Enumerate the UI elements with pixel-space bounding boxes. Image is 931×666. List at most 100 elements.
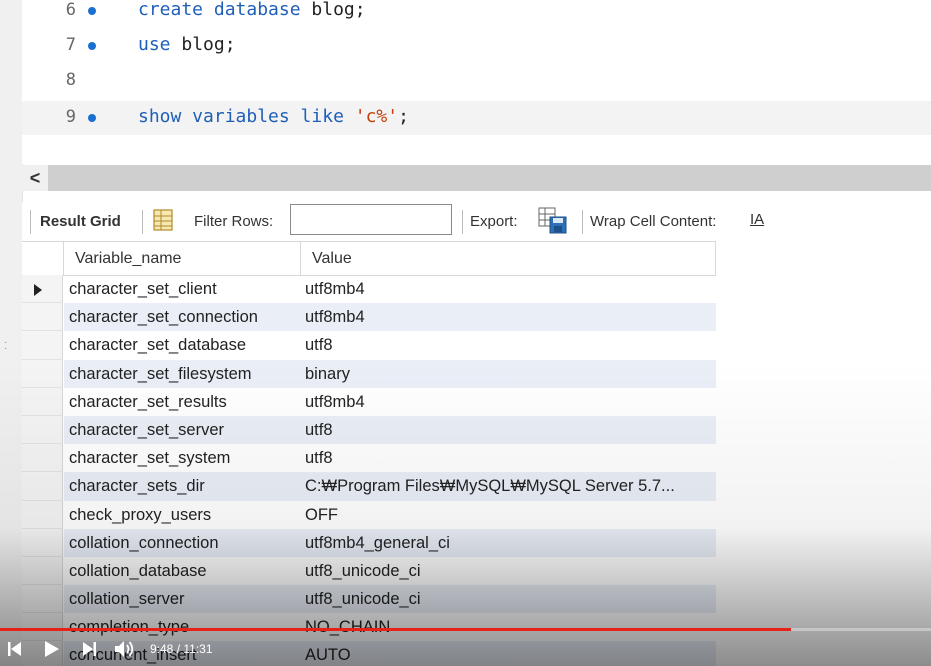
volume-icon[interactable]	[114, 639, 136, 659]
cell-variable-name[interactable]: collation_database	[64, 557, 300, 585]
play-icon[interactable]	[44, 640, 60, 658]
filter-rows-label: Filter Rows:	[194, 213, 274, 230]
code-line[interactable]: 6 create database blog;	[22, 0, 931, 28]
table-row[interactable]: character_set_system utf8	[22, 444, 716, 473]
export-icon[interactable]	[538, 206, 568, 234]
statement-marker-icon	[88, 7, 96, 15]
cell-variable-name[interactable]: character_set_server	[64, 415, 300, 445]
result-grid[interactable]: Variable_name Value character_set_client…	[22, 241, 716, 666]
cell-value[interactable]: utf8	[300, 331, 716, 359]
table-row[interactable]: collation_server utf8_unicode_ci	[22, 585, 716, 614]
code-line[interactable]: 8	[22, 64, 931, 98]
result-grid-tab[interactable]: Result Grid	[40, 213, 121, 230]
cell-variable-name[interactable]: character_set_connection	[64, 303, 300, 332]
line-number: 7	[65, 35, 76, 55]
wrap-cell-label: Wrap Cell Content:	[590, 213, 717, 230]
cell-variable-name[interactable]: collation_server	[64, 585, 300, 614]
code-token: 'c%'	[354, 106, 399, 127]
next-icon[interactable]	[82, 641, 96, 657]
row-header[interactable]	[22, 556, 63, 586]
code-token: blog;	[311, 0, 366, 20]
row-header[interactable]	[22, 528, 63, 557]
cell-value[interactable]: utf8mb4_general_ci	[300, 528, 716, 557]
row-header[interactable]	[22, 331, 63, 360]
video-progress-bar[interactable]	[0, 628, 931, 631]
splitter-grip[interactable]: · ·	[4, 338, 7, 354]
cell-variable-name[interactable]: character_set_system	[64, 444, 300, 472]
export-label: Export:	[470, 213, 518, 230]
line-number: 6	[65, 0, 76, 20]
table-row[interactable]: character_set_connection utf8mb4	[22, 303, 716, 332]
header-separator	[63, 242, 64, 275]
table-row[interactable]: character_sets_dir C:₩Program Files₩MySQL…	[22, 472, 716, 501]
table-row[interactable]: collation_database utf8_unicode_ci	[22, 556, 716, 586]
video-progress-fill	[0, 628, 792, 631]
row-header[interactable]	[22, 359, 63, 388]
cell-value[interactable]: utf8mb4	[300, 388, 716, 416]
table-row[interactable]: character_set_client utf8mb4	[22, 275, 716, 304]
cell-variable-name[interactable]: character_set_results	[64, 388, 300, 416]
statement-marker-icon	[88, 42, 96, 50]
horizontal-scrollbar[interactable]: <	[22, 165, 931, 191]
code-token: ;	[398, 106, 409, 127]
line-number: 8	[65, 70, 76, 90]
previous-icon[interactable]	[8, 641, 22, 657]
scroll-left-arrow-icon[interactable]: <	[22, 165, 48, 191]
filter-rows-input[interactable]	[290, 204, 452, 235]
sql-editor[interactable]: 6 create database blog; 7 use blog; 8 9 show v…	[22, 0, 931, 164]
code-text: show variables like 'c%';	[138, 106, 409, 127]
row-header[interactable]	[22, 472, 63, 501]
cell-variable-name[interactable]: character_set_database	[64, 331, 300, 359]
table-row[interactable]: character_set_results utf8mb4	[22, 387, 716, 416]
row-header[interactable]	[22, 415, 63, 445]
column-header-variable-name[interactable]: Variable_name	[75, 250, 181, 268]
row-header[interactable]	[22, 585, 63, 614]
cell-value[interactable]: utf8_unicode_ci	[300, 557, 716, 585]
wrap-cell-icon[interactable]: IA	[750, 211, 764, 228]
table-row[interactable]: collation_connection utf8mb4_general_ci	[22, 528, 716, 557]
code-token: show variables like	[138, 106, 355, 127]
cell-value[interactable]: utf8	[300, 415, 716, 445]
result-toolbar: Result Grid Filter Rows: Export: Wrap Ce…	[22, 202, 931, 242]
cell-variable-name[interactable]: character_set_filesystem	[64, 359, 300, 388]
cell-value[interactable]: utf8mb4	[300, 275, 716, 303]
row-header[interactable]	[22, 444, 63, 473]
code-token: blog;	[181, 34, 236, 55]
cell-value[interactable]: utf8	[300, 444, 716, 472]
grid-rows: character_set_client utf8mb4 character_set…	[22, 275, 716, 666]
toolbar-separator	[462, 210, 463, 234]
cell-variable-name[interactable]: check_proxy_users	[64, 501, 300, 529]
grid-view-icon[interactable]	[152, 208, 174, 232]
code-token: create database	[138, 0, 312, 20]
row-header[interactable]	[22, 303, 63, 332]
cell-variable-name[interactable]: character_set_client	[64, 275, 300, 303]
header-separator	[715, 242, 716, 275]
code-text: use blog;	[138, 34, 236, 55]
grid-header: Variable_name Value	[22, 241, 716, 276]
current-row-arrow-icon	[34, 284, 42, 296]
row-header[interactable]	[22, 275, 63, 304]
statement-marker-icon	[88, 114, 96, 122]
cell-value[interactable]: utf8_unicode_ci	[300, 585, 716, 614]
cell-value[interactable]: binary	[300, 359, 716, 388]
row-header[interactable]	[22, 387, 63, 416]
column-header-value[interactable]: Value	[312, 250, 352, 268]
table-row[interactable]: character_set_server utf8	[22, 415, 716, 445]
table-row[interactable]: check_proxy_users OFF	[22, 500, 716, 529]
table-row[interactable]: character_set_database utf8	[22, 331, 716, 360]
outer-left-panel: · ·	[0, 0, 23, 666]
cell-value[interactable]: C:₩Program Files₩MySQL₩MySQL Server 5.7.…	[300, 472, 716, 501]
header-separator	[300, 242, 301, 275]
video-time: 9:48 / 11:31	[150, 642, 213, 656]
cell-value[interactable]: OFF	[300, 501, 716, 529]
toolbar-separator	[582, 210, 583, 234]
cell-variable-name[interactable]: character_sets_dir	[64, 472, 300, 501]
line-number: 9	[65, 107, 76, 127]
code-line[interactable]: 9 show variables like 'c%';	[22, 101, 931, 135]
table-row[interactable]: character_set_filesystem binary	[22, 359, 716, 388]
cell-value[interactable]: utf8mb4	[300, 303, 716, 332]
cell-variable-name[interactable]: collation_connection	[64, 528, 300, 557]
code-line[interactable]: 7 use blog;	[22, 29, 931, 63]
row-header[interactable]	[22, 500, 63, 529]
toolbar-separator	[30, 210, 31, 234]
